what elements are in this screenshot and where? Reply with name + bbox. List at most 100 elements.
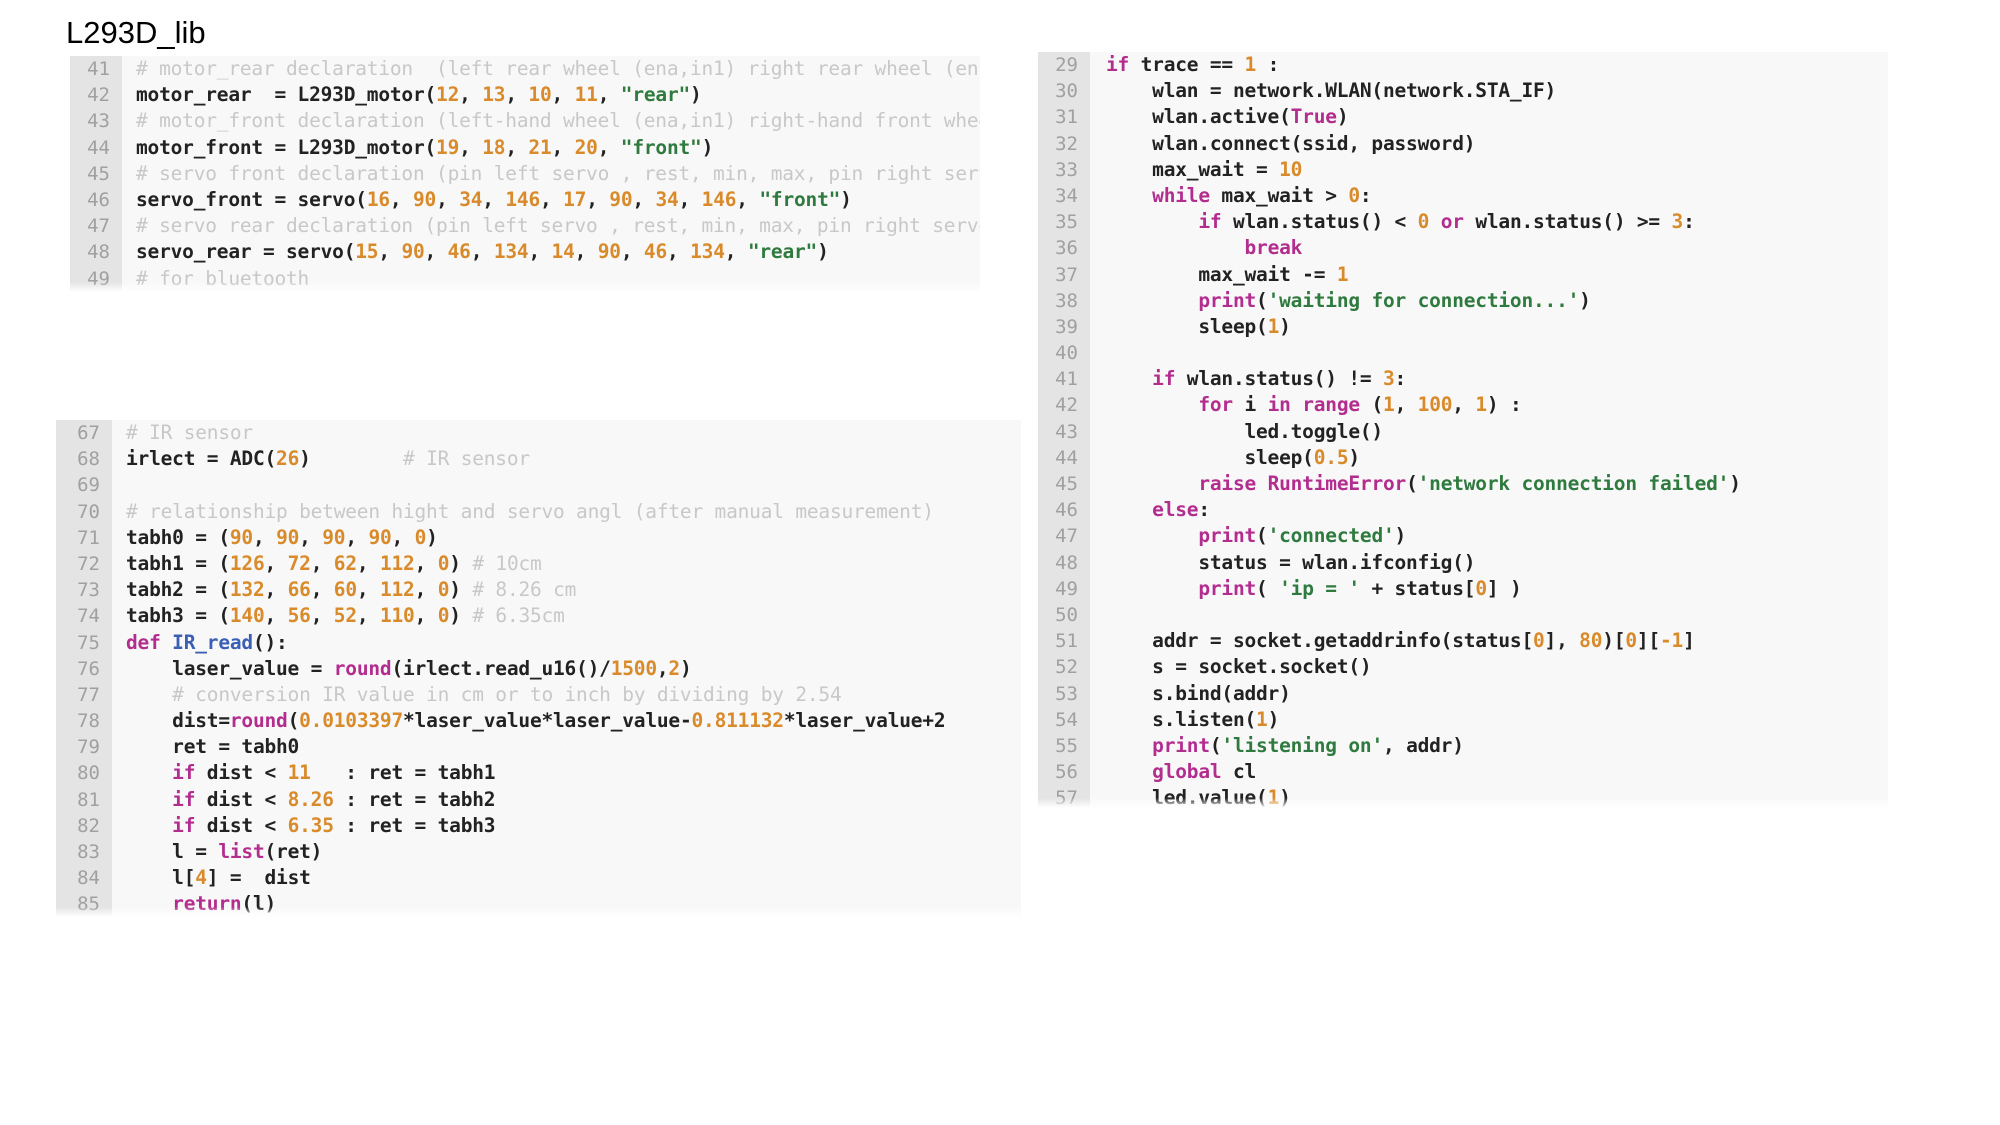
code-line[interactable]: 84 l[4] = dist (56, 865, 1021, 892)
line-number: 30 (1038, 78, 1090, 105)
line-number: 36 (1038, 235, 1090, 262)
code-line[interactable]: 68 irlect = ADC(26) # IR sensor (56, 446, 1021, 473)
code-token-num: 126 (229, 551, 265, 575)
code-line[interactable]: 75 def IR_read(): (56, 629, 1021, 656)
code-line[interactable]: 45 raise RuntimeError('network connectio… (1038, 471, 1888, 498)
code-line[interactable]: 80 if dist < 11 : ret = tabh1 (56, 760, 1021, 787)
code-token-num: 66 (287, 578, 311, 602)
code-text: def IR_read(): (112, 630, 288, 656)
code-line[interactable]: 45 # servo front declaration (pin left se… (70, 160, 980, 187)
code-token-plain: : (1256, 53, 1280, 76)
code-line[interactable]: 52 s = socket.socket() (1038, 654, 1888, 681)
code-token-plain: , (252, 525, 277, 549)
line-number: 45 (70, 160, 122, 187)
code-line[interactable]: 40 (1038, 340, 1888, 367)
code-line[interactable]: 70 # relationship between hight and servo… (56, 498, 1021, 525)
code-line[interactable]: 29 if trace == 1 : (1038, 52, 1888, 79)
code-line[interactable]: 69 (56, 472, 1021, 499)
code-line[interactable]: 41 if wlan.status() != 3: (1038, 366, 1888, 393)
code-line[interactable]: 31 wlan.active(True) (1038, 104, 1888, 131)
code-token-num: 100 (1417, 393, 1453, 417)
code-token-plain: s.bind(addr) (1106, 681, 1291, 705)
code-line[interactable]: 72 tabh1 = (126, 72, 62, 112, 0) # 10cm (56, 550, 1021, 578)
code-line[interactable]: 53 s.bind(addr) (1038, 680, 1888, 707)
code-line[interactable]: 79 ret = tabh0 (56, 734, 1021, 761)
code-line[interactable]: 46 else: (1038, 497, 1888, 524)
code-line[interactable]: 46 servo_front = servo(16, 90, 34, 146, 1… (70, 186, 980, 214)
code-line[interactable]: 47 # servo rear declaration (pin left ser… (70, 213, 980, 240)
code-line[interactable]: 57 led.value(1) (1038, 785, 1888, 808)
code-text: if dist < 8.26 : ret = tabh2 (112, 787, 495, 813)
code-token-plain: irlect = ADC( (126, 447, 277, 471)
code-line[interactable]: 81 if dist < 8.26 : ret = tabh2 (56, 786, 1021, 813)
code-line[interactable]: 39 sleep(1) (1038, 313, 1888, 341)
code-line[interactable]: 36 break (1038, 235, 1888, 262)
code-token-com: # servo rear declaration (pin left servo… (136, 214, 980, 238)
code-token-kw: print (1198, 576, 1257, 600)
line-number: 49 (70, 265, 122, 292)
code-line[interactable]: 83 l = list(ret) (56, 839, 1021, 866)
code-line[interactable]: 41 # motor_rear declaration (left rear wh… (70, 56, 980, 83)
code-token-plain: , (656, 656, 669, 680)
code-line[interactable]: 32 wlan.connect(ssid, password) (1038, 130, 1888, 157)
code-line[interactable]: 54 s.listen(1) (1038, 706, 1888, 733)
code-text: laser_value = round(irlect.read_u16()/15… (112, 656, 692, 682)
code-line[interactable]: 48 servo_rear = servo(15, 90, 46, 134, 14… (70, 239, 980, 266)
code-token-num: 46 (643, 240, 668, 264)
code-line[interactable]: 50 (1038, 601, 1888, 629)
code-line[interactable]: 44 sleep(0.5) (1038, 444, 1888, 472)
code-line[interactable]: 34 while max_wait > 0: (1038, 182, 1888, 210)
code-line[interactable]: 35 if wlan.status() < 0 or wlan.status()… (1038, 209, 1888, 236)
code-line[interactable]: 49 # for bluetooth (70, 265, 980, 292)
code-token-num: 90 (413, 187, 437, 211)
code-token-kw: round (229, 709, 288, 733)
line-number: 42 (70, 82, 122, 109)
code-token-num: 1 (1383, 393, 1395, 417)
code-token-kw: if (172, 761, 196, 785)
code-text: # IR sensor (112, 420, 253, 446)
code-text: status = wlan.ifconfig() (1090, 550, 1475, 576)
code-token-plain: *laser_value*laser_value- (403, 709, 692, 733)
code-line[interactable]: 44 motor_front = L293D_motor(19, 18, 21, … (70, 134, 980, 161)
code-line[interactable]: 82 if dist < 6.35 : ret = tabh3 (56, 812, 1021, 840)
line-number: 39 (1038, 313, 1090, 341)
code-line[interactable]: 42 for i in range (1, 100, 1) : (1038, 392, 1888, 419)
code-line[interactable]: 49 print( 'ip = ' + status[0] ) (1038, 575, 1888, 602)
code-line[interactable]: 77 # conversion IR value in cm or to inc… (56, 681, 1021, 709)
code-line[interactable]: 76 laser_value = round(irlect.read_u16()… (56, 655, 1021, 682)
code-line[interactable]: 74 tabh3 = (140, 56, 52, 110, 0) # 6.35cm (56, 603, 1021, 630)
code-token-str: 'ip = ' (1279, 576, 1360, 600)
code-line[interactable]: 67 # IR sensor (56, 420, 1021, 447)
code-block-ir-sensor: 67 # IR sensor 68 irlect = ADC(26) # IR sen… (56, 420, 1021, 917)
code-line[interactable]: 33 max_wait = 10 (1038, 156, 1888, 183)
line-number: 47 (1038, 523, 1090, 550)
code-line[interactable]: 48 status = wlan.ifconfig() (1038, 549, 1888, 576)
code-line[interactable]: 37 max_wait -= 1 (1038, 261, 1888, 288)
code-token-num: 112 (379, 551, 415, 575)
line-number: 37 (1038, 261, 1090, 288)
code-token-plain: , (574, 240, 598, 264)
code-text: sleep(1) (1090, 314, 1291, 340)
code-line[interactable]: 47 print('connected') (1038, 523, 1888, 550)
code-line[interactable]: 56 global cl (1038, 759, 1888, 786)
code-line[interactable]: 42 motor_rear = L293D_motor(12, 13, 10, 1… (70, 82, 980, 109)
code-line[interactable]: 73 tabh2 = (132, 66, 60, 112, 0) # 8.26 c… (56, 577, 1021, 604)
code-line[interactable]: 71 tabh0 = (90, 90, 90, 90, 0) (56, 524, 1021, 551)
code-token-com: # relationship between hight and servo a… (126, 499, 934, 523)
code-token-num: 20 (574, 135, 598, 159)
code-line[interactable]: 30 wlan = network.WLAN(network.STA_IF) (1038, 78, 1888, 105)
code-line[interactable]: 43 led.toggle() (1038, 418, 1888, 445)
code-line[interactable]: 38 print('waiting for connection...') (1038, 287, 1888, 314)
code-line[interactable]: 78 dist=round(0.0103397*laser_value*lase… (56, 708, 1021, 735)
line-number: 38 (1038, 287, 1090, 314)
code-line[interactable]: 85 return(l) (56, 891, 1021, 917)
code-token-num: 0.0103397 (299, 709, 403, 733)
code-line[interactable]: 51 addr = socket.getaddrinfo(status[0], … (1038, 628, 1888, 655)
code-line[interactable]: 55 print('listening on', addr) (1038, 732, 1888, 760)
code-token-num: 0 (1417, 210, 1430, 234)
code-token-plain: ) (1279, 786, 1291, 808)
code-line[interactable]: 43 # motor_front declaration (left-hand w… (70, 108, 980, 135)
code-token-num: 90 (401, 240, 425, 264)
line-number: 29 (1038, 52, 1090, 79)
